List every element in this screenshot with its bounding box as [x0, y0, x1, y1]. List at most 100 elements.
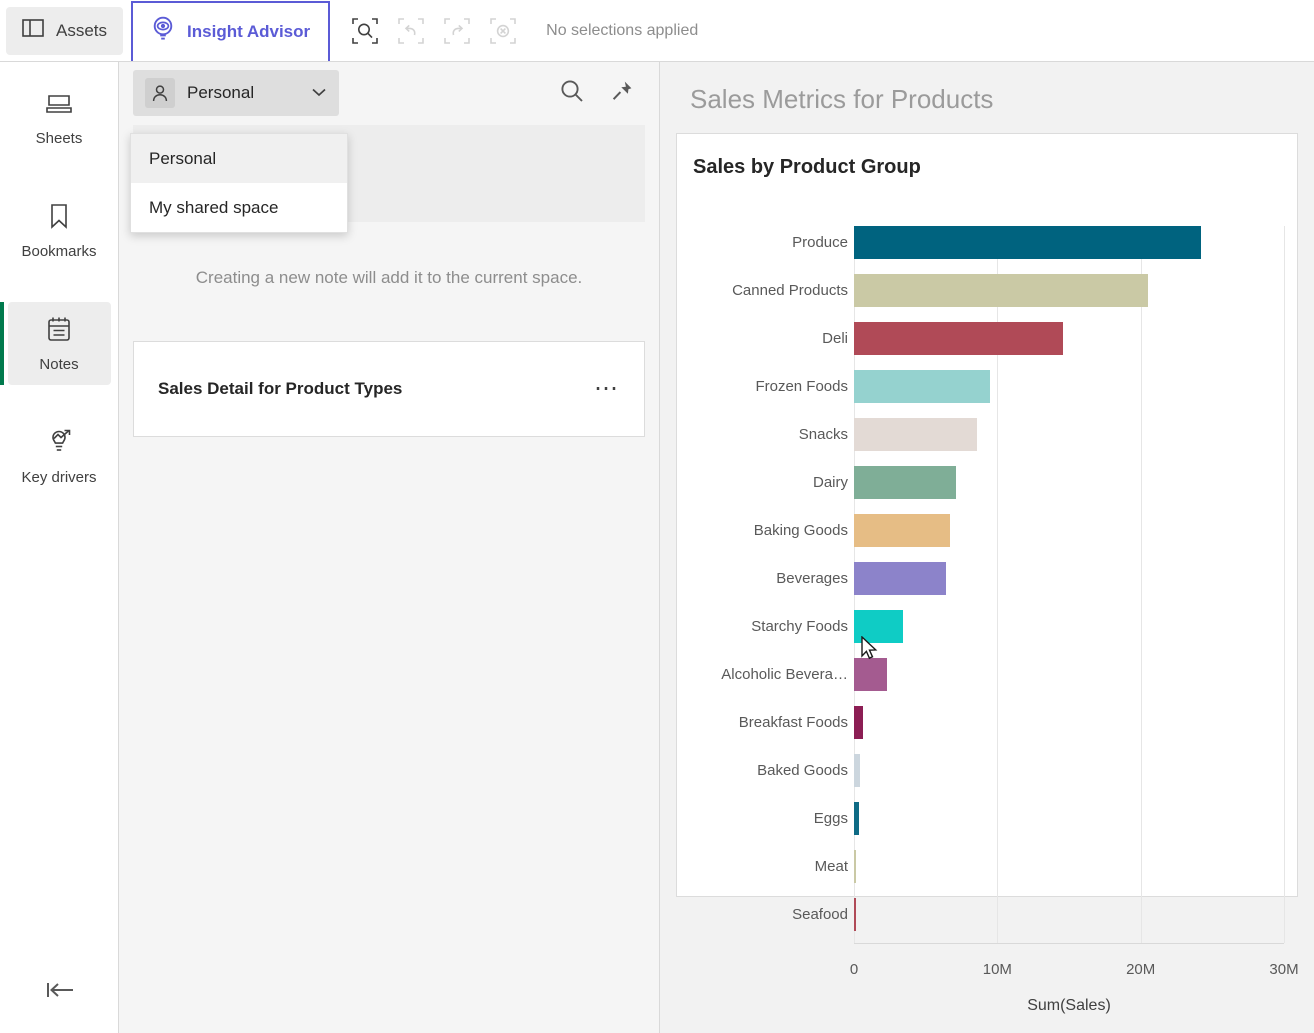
bar[interactable]	[854, 370, 991, 403]
redo-icon[interactable]	[444, 17, 470, 44]
sidebar-label-sheets: Sheets	[35, 130, 83, 147]
bar[interactable]	[854, 802, 860, 835]
page-title: Sales Metrics for Products	[690, 84, 994, 114]
bar[interactable]	[854, 754, 861, 787]
sheets-icon	[46, 92, 72, 121]
bar-category-label: Breakfast Foods	[738, 714, 848, 731]
bar-category-label: Alcoholic Bevera…	[721, 666, 848, 683]
selection-toolbar: No selections applied	[352, 17, 699, 44]
bar-chart-plot[interactable]: Produce Canned Products Deli Frozen Foods Sn…	[677, 179, 1299, 1014]
bar-row[interactable]: Beverages	[776, 562, 946, 595]
sidebar-item-key-drivers[interactable]: Key drivers	[8, 415, 111, 498]
bar-category-label: Deli	[822, 330, 848, 347]
qlik-sense-app: Assets Insight Advisor No selections app…	[0, 0, 1314, 1033]
assets-label: Assets	[56, 20, 108, 40]
bar-category-label: Produce	[792, 234, 848, 251]
bar[interactable]	[854, 898, 856, 931]
user-icon	[145, 78, 175, 108]
x-axis-line	[854, 943, 1284, 944]
notes-hint-text: Creating a new note will add it to the c…	[195, 268, 583, 287]
bar[interactable]	[854, 562, 946, 595]
bar[interactable]	[854, 466, 956, 499]
insight-advisor-label: Insight Advisor	[187, 21, 311, 41]
bar[interactable]	[854, 274, 1148, 307]
bar[interactable]	[854, 706, 863, 739]
notes-header-actions	[559, 78, 633, 109]
bar[interactable]	[854, 610, 904, 643]
note-card-title: Sales Detail for Product Types	[158, 379, 403, 398]
selection-search-icon[interactable]	[352, 17, 378, 44]
list-item[interactable]: Sales Detail for Product Types ⋯	[133, 341, 645, 437]
bar-category-label: Eggs	[813, 810, 848, 827]
gridline	[1284, 226, 1285, 943]
bar[interactable]	[854, 850, 856, 883]
bar-category-label: Dairy	[812, 474, 848, 491]
bar-row[interactable]: Alcoholic Bevera…	[721, 658, 887, 691]
space-selector[interactable]: Personal	[133, 70, 339, 116]
bar-row[interactable]: Snacks	[799, 418, 978, 451]
bar-row[interactable]: Eggs	[814, 802, 860, 835]
dropdown-option-personal[interactable]: Personal	[131, 134, 347, 183]
collapse-left-icon[interactable]	[46, 980, 76, 1005]
sidebar-label-notes: Notes	[39, 356, 79, 373]
bar-category-label: Starchy Foods	[751, 618, 848, 635]
tab-insight-advisor[interactable]: Insight Advisor	[131, 0, 331, 61]
bar-category-label: Seafood	[792, 906, 848, 923]
chevron-down-icon	[311, 84, 327, 102]
bar-row[interactable]: Meat	[815, 850, 856, 883]
sidebar-item-notes[interactable]: Notes	[0, 302, 111, 385]
dropdown-option-my-shared-space[interactable]: My shared space	[131, 183, 347, 232]
bar-category-label: Baked Goods	[757, 762, 848, 779]
search-icon[interactable]	[559, 78, 585, 109]
x-axis-tick-label: 0	[849, 961, 859, 978]
bar-row[interactable]: Baking Goods	[754, 514, 951, 547]
key-drivers-icon	[45, 429, 73, 460]
x-axis-tick-label: 10M	[982, 961, 1012, 978]
bar[interactable]	[854, 418, 978, 451]
dropdown-option-label: Personal	[149, 148, 217, 168]
bar-row[interactable]: Starchy Foods	[751, 610, 904, 643]
sidebar-label-bookmarks: Bookmarks	[21, 243, 97, 260]
lightbulb-eye-icon	[151, 16, 175, 47]
space-selector-value: Personal	[187, 83, 255, 102]
bar-row[interactable]: Dairy	[813, 466, 956, 499]
bar-row[interactable]: Frozen Foods	[755, 370, 991, 403]
pin-icon[interactable]	[611, 80, 633, 107]
sidebar-item-sheets[interactable]: Sheets	[8, 78, 111, 159]
bookmark-icon	[48, 203, 70, 234]
chart-title: Sales by Product Group	[693, 156, 921, 178]
bar-row[interactable]: Breakfast Foods	[739, 706, 863, 739]
bar[interactable]	[854, 226, 1201, 259]
x-axis-tick-label: 20M	[1126, 961, 1156, 978]
space-selector-dropdown: Personal My shared space	[130, 133, 348, 233]
sidebar-label-key-drivers: Key drivers	[21, 469, 97, 486]
bar[interactable]	[854, 322, 1064, 355]
bar-category-label: Meat	[814, 858, 848, 875]
more-options-icon[interactable]: ⋯	[594, 377, 620, 401]
undo-icon[interactable]	[398, 17, 424, 44]
assets-button[interactable]: Assets	[6, 6, 124, 55]
bar-category-label: Beverages	[776, 570, 848, 587]
notes-icon	[47, 316, 71, 347]
bar-row[interactable]: Produce	[792, 226, 1201, 259]
bar-row[interactable]: Deli	[822, 322, 1064, 355]
panel-icon	[22, 19, 44, 42]
bar-category-label: Frozen Foods	[755, 378, 848, 395]
main-content: Sales Metrics for Products Sales by Prod…	[660, 62, 1314, 1033]
gridline	[1140, 226, 1142, 943]
notes-panel-header: Personal	[119, 62, 659, 124]
bar-category-label: Canned Products	[732, 282, 848, 299]
bar-row[interactable]: Canned Products	[732, 274, 1148, 307]
bar[interactable]	[854, 514, 951, 547]
selection-status-text: No selections applied	[546, 21, 699, 39]
bar-category-label: Baking Goods	[753, 522, 848, 539]
chart-card[interactable]: Sales by Product Group Produce Canned Pro…	[676, 133, 1299, 1014]
clear-selections-icon[interactable]	[490, 17, 516, 44]
bar-row[interactable]: Baked Goods	[757, 754, 861, 787]
bar[interactable]	[854, 658, 887, 691]
bar-row[interactable]: Seafood	[792, 898, 856, 931]
x-axis-tick-label: 30M	[1269, 961, 1299, 978]
top-bar: Assets Insight Advisor No selections app…	[0, 0, 1314, 62]
bar-category-label: Snacks	[798, 426, 848, 443]
sidebar-item-bookmarks[interactable]: Bookmarks	[8, 189, 111, 272]
